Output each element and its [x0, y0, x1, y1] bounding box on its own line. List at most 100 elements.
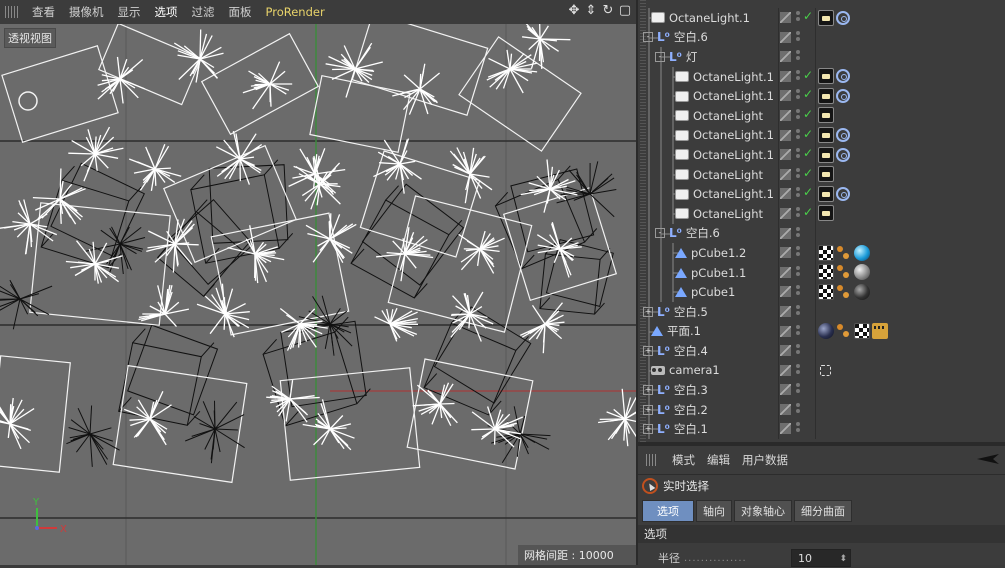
- checker-tag-icon[interactable]: [818, 284, 834, 300]
- object-row[interactable]: OctaneLight.1✓: [638, 145, 1005, 165]
- visibility-dots[interactable]: [796, 364, 801, 377]
- target-tag-icon[interactable]: [836, 89, 850, 103]
- visibility-dots[interactable]: [796, 305, 801, 318]
- menu-camera[interactable]: 摄像机: [62, 4, 111, 20]
- object-name[interactable]: 空白.4: [674, 343, 708, 359]
- object-name[interactable]: 空白.2: [674, 402, 708, 418]
- layer-toggle[interactable]: [780, 286, 791, 297]
- object-name[interactable]: OctaneLight: [693, 207, 763, 221]
- object-row[interactable]: +L⁰空白.1: [638, 419, 1005, 439]
- back-arrow-icon[interactable]: [975, 452, 1001, 466]
- grip-icon[interactable]: [646, 454, 658, 466]
- grip-icon[interactable]: [5, 6, 19, 18]
- layer-toggle[interactable]: [780, 71, 791, 82]
- menu-mode[interactable]: 模式: [666, 452, 701, 468]
- target-tag-icon[interactable]: [836, 69, 850, 83]
- light-tag-icon[interactable]: [818, 205, 834, 221]
- expand-icon[interactable]: +: [643, 307, 653, 317]
- dolly-view-icon[interactable]: ⇕: [584, 4, 598, 18]
- layer-toggle[interactable]: [780, 12, 791, 23]
- light-tag-icon[interactable]: [818, 68, 834, 84]
- visibility-dots[interactable]: [796, 227, 801, 240]
- object-name[interactable]: OctaneLight: [693, 168, 763, 182]
- object-row[interactable]: +L⁰空白.4: [638, 341, 1005, 361]
- visibility-dots[interactable]: [796, 129, 801, 142]
- menu-prorender[interactable]: ProRender: [259, 5, 332, 19]
- collapse-icon[interactable]: -: [643, 32, 653, 42]
- enabled-check-icon[interactable]: ✓: [803, 205, 813, 219]
- 3d-viewport[interactable]: 查看 摄像机 显示 选项 过滤 面板 ProRender ✥ ⇕ ↻ ▢ Y X: [0, 0, 636, 565]
- object-name[interactable]: OctaneLight.1: [693, 89, 774, 103]
- expand-icon[interactable]: +: [643, 385, 653, 395]
- visibility-dots[interactable]: [796, 246, 801, 259]
- object-name[interactable]: OctaneLight.1: [693, 148, 774, 162]
- layer-toggle[interactable]: [780, 110, 791, 121]
- layer-toggle[interactable]: [780, 51, 791, 62]
- visibility-dots[interactable]: [796, 89, 801, 102]
- object-name[interactable]: OctaneLight: [693, 109, 763, 123]
- light-tag-icon[interactable]: [818, 107, 834, 123]
- target-tag-icon[interactable]: [836, 11, 850, 25]
- checker-tag-icon[interactable]: [818, 245, 834, 261]
- visibility-dots[interactable]: [796, 383, 801, 396]
- visibility-dots[interactable]: [796, 11, 801, 24]
- object-row[interactable]: -L⁰空白.6: [638, 28, 1005, 48]
- enabled-check-icon[interactable]: ✓: [803, 166, 813, 180]
- object-name[interactable]: camera1: [669, 363, 720, 377]
- layer-toggle[interactable]: [780, 90, 791, 101]
- object-name[interactable]: OctaneLight.1: [693, 70, 774, 84]
- visibility-dots[interactable]: [796, 207, 801, 220]
- layer-toggle[interactable]: [780, 404, 791, 415]
- object-row[interactable]: +L⁰空白.3: [638, 380, 1005, 400]
- expand-icon[interactable]: +: [643, 424, 653, 434]
- object-row[interactable]: +L⁰空白.5: [638, 302, 1005, 322]
- balls-tag-icon[interactable]: [836, 245, 852, 261]
- visibility-dots[interactable]: [796, 403, 801, 416]
- visibility-dots[interactable]: [796, 148, 801, 161]
- light-tag-icon[interactable]: [818, 166, 834, 182]
- menu-filter[interactable]: 过滤: [185, 4, 222, 20]
- balls-tag-icon[interactable]: [836, 264, 852, 280]
- object-row[interactable]: OctaneLight.1✓: [638, 8, 1005, 28]
- light-tag-icon[interactable]: [818, 127, 834, 143]
- checker-tag-icon[interactable]: [854, 323, 870, 339]
- target-tag-icon[interactable]: [836, 148, 850, 162]
- object-name[interactable]: 空白.6: [674, 29, 708, 45]
- menu-edit[interactable]: 编辑: [701, 452, 736, 468]
- object-row[interactable]: +L⁰空白.2: [638, 400, 1005, 420]
- sphere-blue-tag-icon[interactable]: [854, 245, 870, 261]
- target-tag-icon[interactable]: [836, 128, 850, 142]
- layer-toggle[interactable]: [780, 32, 791, 43]
- tab-options[interactable]: 选项: [642, 500, 694, 522]
- enabled-check-icon[interactable]: ✓: [803, 185, 813, 199]
- menu-userdata[interactable]: 用户数据: [736, 452, 794, 468]
- object-name[interactable]: 灯: [686, 49, 698, 65]
- object-row[interactable]: OctaneLight.1 ✓: [638, 184, 1005, 204]
- object-row[interactable]: OctaneLight.1✓: [638, 86, 1005, 106]
- expand-icon[interactable]: +: [643, 346, 653, 356]
- menu-view[interactable]: 查看: [25, 4, 62, 20]
- collapse-icon[interactable]: -: [655, 228, 665, 238]
- menu-display[interactable]: 显示: [111, 4, 148, 20]
- object-name[interactable]: 空白.1: [674, 421, 708, 437]
- layer-toggle[interactable]: [780, 267, 791, 278]
- layer-toggle[interactable]: [780, 306, 791, 317]
- object-row[interactable]: OctaneLight.1✓: [638, 126, 1005, 146]
- menu-options[interactable]: 选项: [148, 4, 185, 20]
- layer-toggle[interactable]: [780, 208, 791, 219]
- object-name[interactable]: pCube1.1: [691, 266, 746, 280]
- sphere-gray-tag-icon[interactable]: [854, 264, 870, 280]
- layer-toggle[interactable]: [780, 365, 791, 376]
- layer-toggle[interactable]: [780, 345, 791, 356]
- light-tag-icon[interactable]: [818, 88, 834, 104]
- visibility-dots[interactable]: [796, 422, 801, 435]
- object-row[interactable]: OctaneLight ✓: [638, 204, 1005, 224]
- object-row[interactable]: 平面.1: [638, 322, 1005, 342]
- object-name[interactable]: OctaneLight.1: [693, 187, 774, 201]
- layer-toggle[interactable]: [780, 228, 791, 239]
- visibility-dots[interactable]: [796, 325, 801, 338]
- target-tag-icon[interactable]: [836, 187, 850, 201]
- visibility-dots[interactable]: [796, 70, 801, 83]
- object-row[interactable]: pCube1.1: [638, 263, 1005, 283]
- object-name[interactable]: OctaneLight.1: [669, 11, 750, 25]
